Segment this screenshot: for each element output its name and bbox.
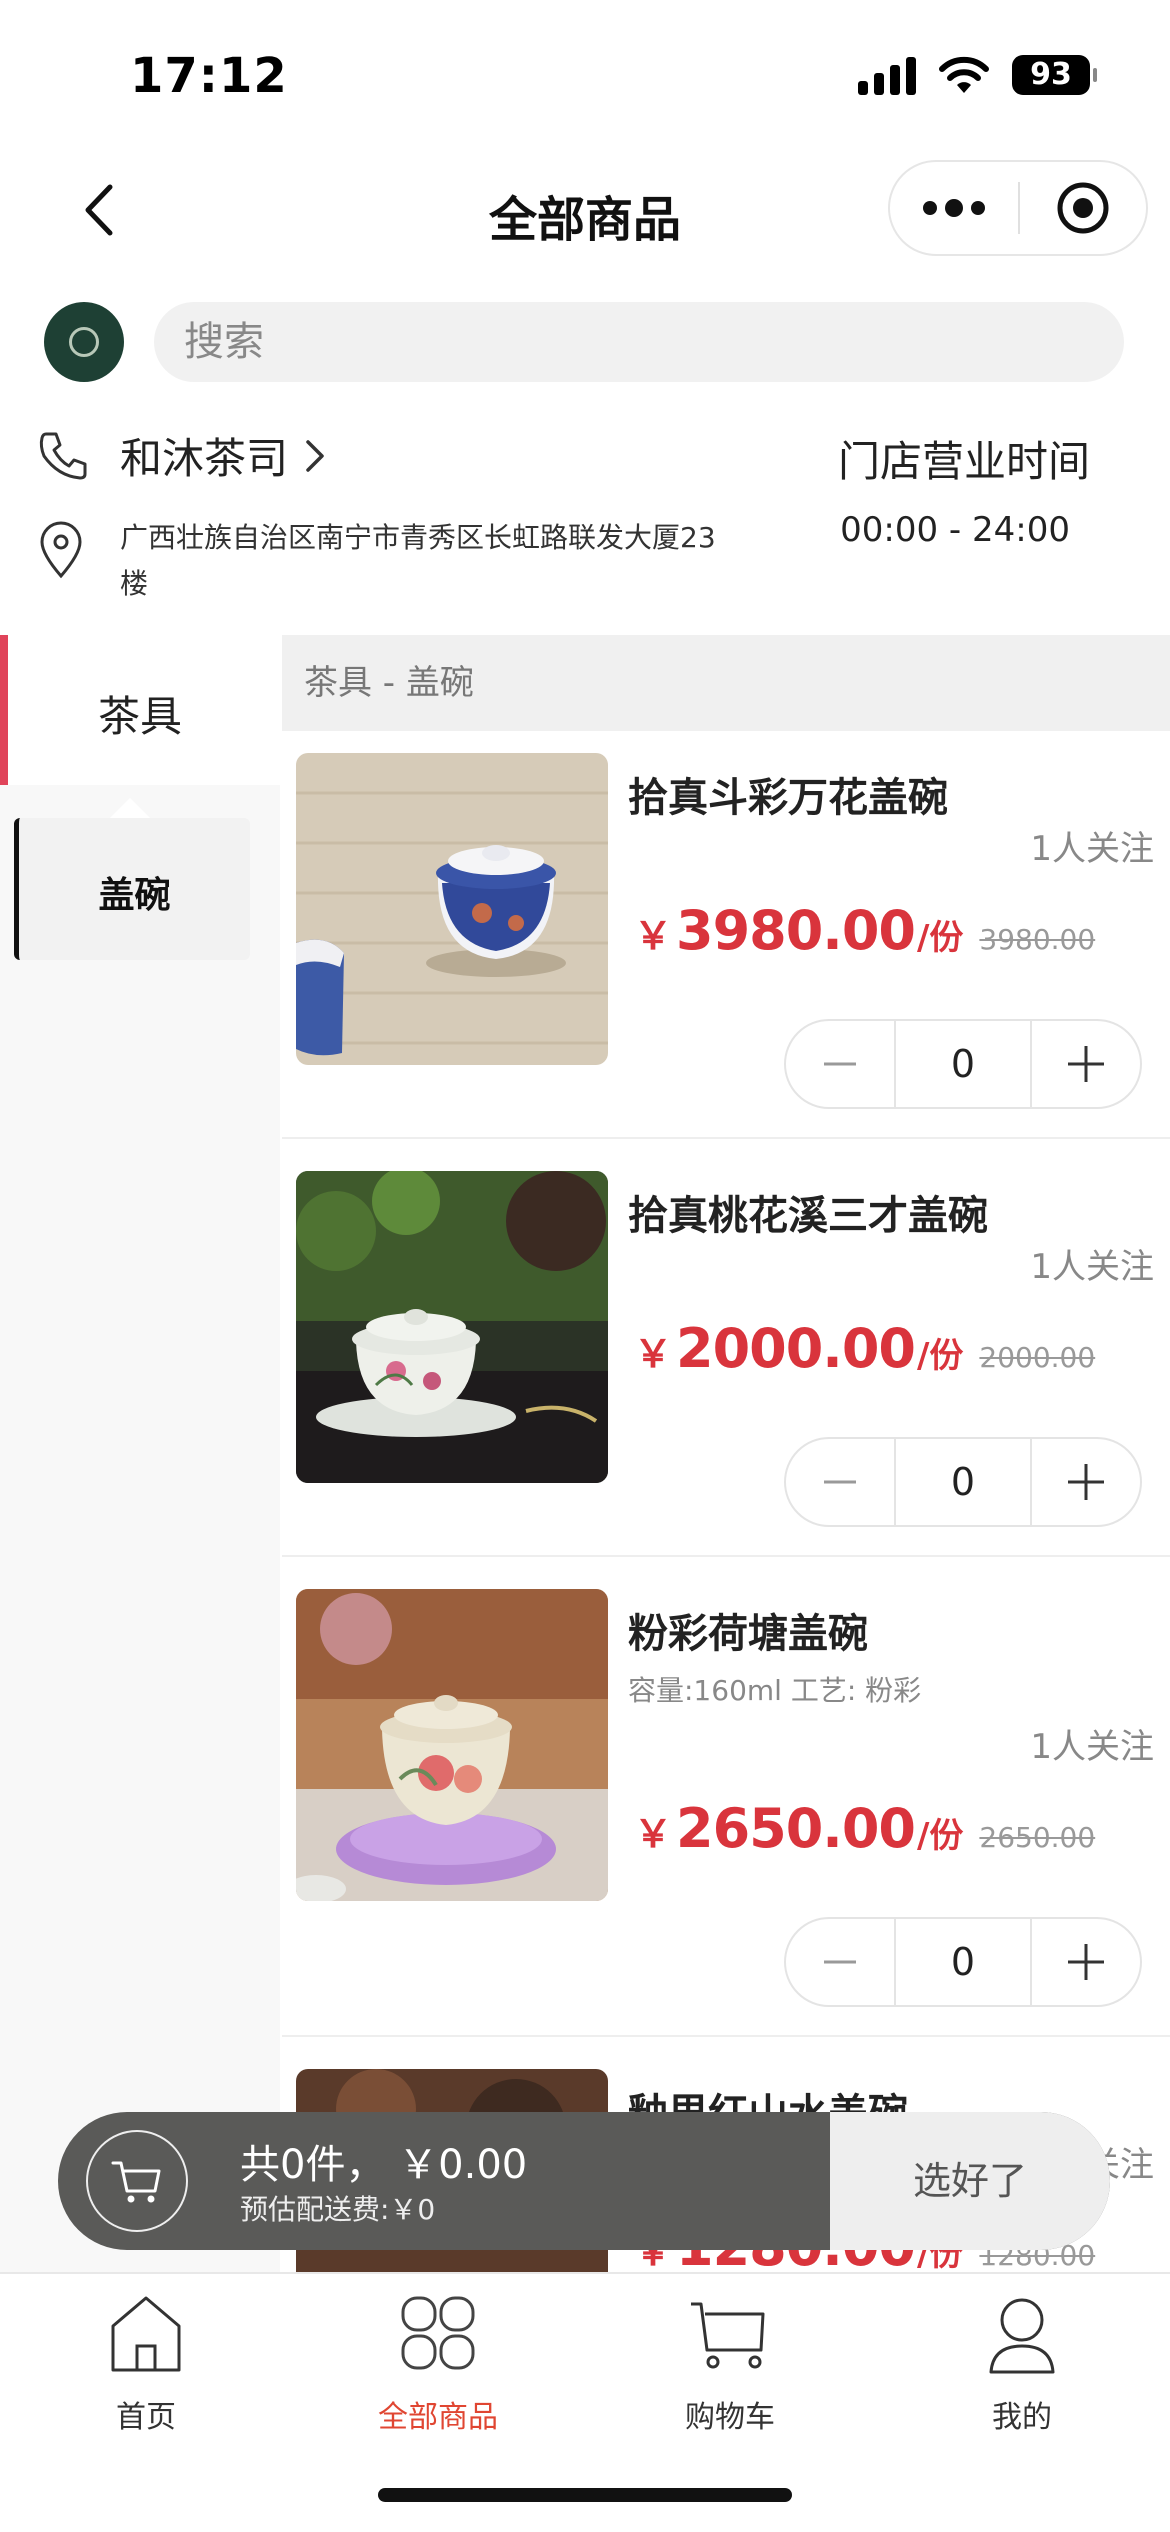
decrease-button[interactable] xyxy=(786,1439,894,1525)
all-products-icon xyxy=(401,2296,475,2370)
store-logo[interactable] xyxy=(44,302,124,382)
status-bar: 17:12 93 xyxy=(0,0,1170,140)
quantity-value[interactable]: 0 xyxy=(894,1021,1032,1107)
store-hours-label: 门店营业时间 xyxy=(837,437,1090,486)
sidebar-subitem-gaiwan[interactable]: 盖碗 xyxy=(14,818,250,960)
product-spec: 容量:160ml 工艺: 粉彩 xyxy=(628,1674,922,1707)
sidebar-item-label: 茶具 xyxy=(97,692,182,741)
shopping-cart-icon xyxy=(111,2161,161,2203)
sidebar-item-teaware[interactable]: 茶具 xyxy=(0,635,280,785)
product-list: 拾真斗彩万花盖碗 1人关注 ￥ 3980.00 /份 3980.00 0 拾真桃… xyxy=(282,731,1170,2276)
category-sidebar: 茶具 盖碗 xyxy=(0,635,280,2275)
signal-icon xyxy=(858,55,916,95)
list-section-header: 茶具 - 盖碗 xyxy=(282,635,1170,731)
store-hours-value: 00:00 - 24:00 xyxy=(840,510,1070,550)
quantity-stepper: 0 xyxy=(784,1019,1142,1109)
status-time: 17:12 xyxy=(130,48,288,104)
plus-icon xyxy=(1068,1046,1104,1082)
profile-icon xyxy=(989,2298,1055,2374)
cart-icon xyxy=(691,2302,765,2369)
delivery-fee: 预估配送费:￥0 xyxy=(240,2193,436,2226)
tab-home[interactable]: 首页 xyxy=(0,2274,292,2435)
product-image[interactable] xyxy=(296,753,608,1065)
product-card[interactable]: 粉彩荷塘盖碗 容量:160ml 工艺: 粉彩 1人关注 ￥ 2650.00 /份… xyxy=(282,1567,1170,2047)
price-currency: ￥ xyxy=(634,1812,673,1856)
chevron-right-icon[interactable] xyxy=(300,436,330,476)
product-name[interactable]: 粉彩荷塘盖碗 xyxy=(628,1601,868,1659)
product-name[interactable]: 拾真桃花溪三才盖碗 xyxy=(628,1183,988,1241)
quantity-stepper: 0 xyxy=(784,1917,1142,2007)
product-price-row: ￥ 3980.00 /份 3980.00 xyxy=(634,899,1095,962)
increase-button[interactable] xyxy=(1032,1439,1140,1525)
tab-label: 购物车 xyxy=(685,2400,775,2435)
more-icon[interactable] xyxy=(890,162,1018,254)
product-card[interactable]: 拾真桃花溪三才盖碗 1人关注 ￥ 2000.00 /份 2000.00 0 xyxy=(282,1149,1170,1567)
tab-label: 全部商品 xyxy=(378,2400,498,2435)
divider xyxy=(282,1555,1170,1557)
price-currency: ￥ xyxy=(634,914,673,958)
quantity-value[interactable]: 0 xyxy=(894,1439,1032,1525)
price-unit: /份 xyxy=(916,1816,964,1856)
tab-all-products[interactable]: 全部商品 xyxy=(292,2274,584,2435)
product-price-row: ￥ 2000.00 /份 2000.00 xyxy=(634,1317,1095,1380)
tab-cart[interactable]: 购物车 xyxy=(584,2274,876,2435)
product-price-row: ￥ 2650.00 /份 2650.00 xyxy=(634,1797,1095,1860)
price-unit: /份 xyxy=(916,918,964,958)
price-currency: ￥ xyxy=(634,1332,673,1376)
product-original-price: 2650.00 xyxy=(979,1821,1096,1854)
product-price: 2000.00 xyxy=(676,1317,916,1380)
checkout-button[interactable]: 选好了 xyxy=(830,2112,1110,2250)
wifi-icon xyxy=(939,56,989,93)
plus-icon xyxy=(1068,1464,1104,1500)
product-price: 3980.00 xyxy=(676,899,916,962)
store-name[interactable]: 和沐茶司 xyxy=(120,425,288,486)
cart-button[interactable] xyxy=(86,2130,188,2232)
status-indicators: 93 xyxy=(858,55,1097,95)
location-pin-icon xyxy=(40,521,82,579)
minus-icon xyxy=(824,1480,856,1484)
nav-bar: 全部商品 xyxy=(0,150,1170,270)
quantity-stepper: 0 xyxy=(784,1437,1142,1527)
search-input[interactable]: 搜索 xyxy=(154,302,1124,382)
product-follow-count: 1人关注 xyxy=(1030,1247,1154,1287)
minus-icon xyxy=(824,1062,856,1066)
increase-button[interactable] xyxy=(1032,1919,1140,2005)
caret-up-icon xyxy=(110,798,150,818)
home-indicator[interactable] xyxy=(378,2488,792,2502)
tab-label: 首页 xyxy=(116,2400,176,2435)
product-original-price: 2000.00 xyxy=(979,1341,1096,1374)
product-follow-count: 1人关注 xyxy=(1030,1727,1154,1767)
phone-icon[interactable] xyxy=(36,428,90,482)
decrease-button[interactable] xyxy=(786,1919,894,2005)
cart-total: 共0件， ￥0.00 xyxy=(240,2142,528,2188)
product-name[interactable]: 拾真斗彩万花盖碗 xyxy=(628,765,948,823)
battery-icon: 93 xyxy=(1012,55,1097,95)
product-card[interactable]: 拾真斗彩万花盖碗 1人关注 ￥ 3980.00 /份 3980.00 0 xyxy=(282,731,1170,1149)
sidebar-subitem-label: 盖碗 xyxy=(98,875,171,916)
decrease-button[interactable] xyxy=(786,1021,894,1107)
minus-icon xyxy=(824,1960,856,1964)
product-image[interactable] xyxy=(296,1171,608,1483)
product-image[interactable] xyxy=(296,1589,608,1901)
close-target-icon[interactable] xyxy=(1020,162,1146,254)
quantity-value[interactable]: 0 xyxy=(894,1919,1032,2005)
store-address: 广西壮族自治区南宁市青秀区长虹路联发大厦23楼 xyxy=(120,521,716,600)
tab-label: 我的 xyxy=(992,2400,1052,2435)
plus-icon xyxy=(1068,1944,1104,1980)
tab-profile[interactable]: 我的 xyxy=(876,2274,1168,2435)
increase-button[interactable] xyxy=(1032,1021,1140,1107)
cart-bar: 共0件， ￥0.00 预估配送费:￥0 选好了 xyxy=(58,2112,1110,2250)
divider xyxy=(282,1137,1170,1139)
mini-program-capsule xyxy=(888,160,1148,256)
price-unit: /份 xyxy=(916,1336,964,1376)
product-original-price: 3980.00 xyxy=(979,923,1096,956)
home-icon xyxy=(111,2296,181,2372)
product-price: 2650.00 xyxy=(676,1797,916,1860)
divider xyxy=(282,2035,1170,2037)
product-follow-count: 1人关注 xyxy=(1030,829,1154,869)
